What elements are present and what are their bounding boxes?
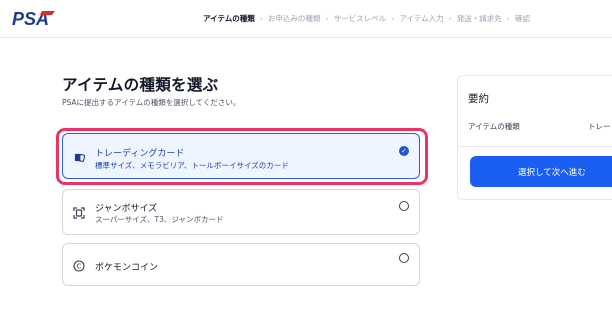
summary-title: 要約 bbox=[468, 93, 489, 105]
summary-panel: 要約 アイテムの種類 トレー 選択して次へ進む bbox=[457, 75, 612, 200]
svg-text:C: C bbox=[77, 263, 82, 271]
option-title: ポケモンコイン bbox=[95, 263, 159, 273]
option-title: ジャンボサイズ bbox=[95, 204, 158, 214]
page-title: アイテムの種類を選ぶ bbox=[62, 76, 219, 94]
step-shipping-billing: 発送・請求先 bbox=[456, 14, 502, 23]
next-button[interactable]: 選択して次へ進む bbox=[470, 156, 612, 187]
logo-accent bbox=[40, 11, 55, 15]
step-service-level: サービスレベル bbox=[333, 14, 387, 23]
summary-item-type-label: アイテムの種類 bbox=[468, 122, 520, 131]
step-item-input: アイテム入力 bbox=[399, 14, 444, 23]
chevron-right-icon: › bbox=[391, 14, 395, 23]
option-jumbo-size[interactable]: ジャンボサイズ スーパーサイズ、T3、ジャンボカード bbox=[62, 189, 420, 235]
top-header: PSA アイテムの種類 › お申込みの種類 › サービスレベル › アイテム入力… bbox=[0, 0, 612, 38]
page-subtitle: PSAに提出するアイテムの種類を選択してください。 bbox=[62, 98, 241, 107]
radio-unchecked[interactable] bbox=[399, 201, 409, 211]
psa-logo[interactable]: PSA bbox=[12, 8, 56, 30]
chevron-right-icon: › bbox=[325, 14, 329, 23]
summary-item-type-value: トレー bbox=[588, 122, 611, 131]
progress-steps: アイテムの種類 › お申込みの種類 › サービスレベル › アイテム入力 › 発… bbox=[203, 13, 530, 24]
option-description: スーパーサイズ、T3、ジャンボカード bbox=[95, 215, 224, 224]
step-item-type: アイテムの種類 bbox=[202, 14, 255, 23]
radio-unchecked[interactable] bbox=[399, 253, 409, 263]
step-confirm: 確認 bbox=[515, 14, 530, 23]
option-pokemon-coin[interactable]: C ポケモンコイン bbox=[62, 243, 420, 286]
highlight-annotation bbox=[56, 128, 428, 185]
coin-icon: C bbox=[73, 260, 85, 272]
chevron-right-icon: › bbox=[506, 14, 510, 23]
step-application-type: お申込みの種類 bbox=[267, 14, 321, 23]
chevron-right-icon: › bbox=[259, 14, 263, 23]
divider bbox=[458, 146, 612, 147]
chevron-right-icon: › bbox=[448, 14, 452, 23]
expand-icon bbox=[73, 207, 85, 219]
